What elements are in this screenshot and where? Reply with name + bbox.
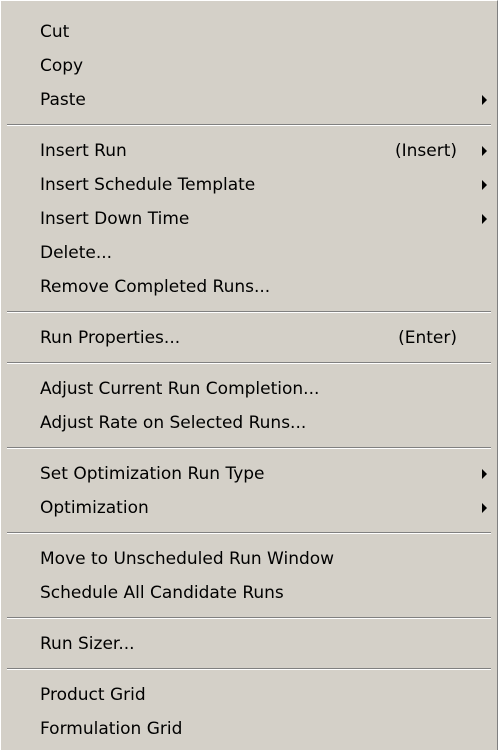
menu-item-label: Insert Down Time: [40, 209, 190, 229]
menu-item-shortcut: (Enter): [398, 328, 457, 348]
menu-item-cut[interactable]: Cut: [1, 15, 497, 49]
menu-item-schedule-all-candidate-runs[interactable]: Schedule All Candidate Runs: [1, 576, 497, 610]
menu-item-move-to-unscheduled-run-window[interactable]: Move to Unscheduled Run Window: [1, 542, 497, 576]
menu-item-copy[interactable]: Copy: [1, 49, 497, 83]
menu-separator: [1, 355, 497, 372]
menu-item-label: Move to Unscheduled Run Window: [40, 549, 335, 569]
menu-item-label: Set Optimization Run Type: [40, 464, 265, 484]
menu-separator: [1, 440, 497, 457]
menu-item-adjust-current-run-completion[interactable]: Adjust Current Run Completion...: [1, 372, 497, 406]
menu-separator: [1, 117, 497, 134]
menu-item-label: Insert Run: [40, 141, 127, 161]
menu-item-label: Formulation Grid: [40, 719, 183, 739]
submenu-arrow-icon: [482, 146, 487, 156]
submenu-arrow-icon: [482, 95, 487, 105]
menu-item-label: Product Grid: [40, 685, 146, 705]
menu-item-run-properties[interactable]: Run Properties... (Enter): [1, 321, 497, 355]
menu-separator: [1, 661, 497, 678]
menu-item-insert-run[interactable]: Insert Run (Insert): [1, 134, 497, 168]
submenu-arrow-icon: [482, 180, 487, 190]
menu-item-label: Adjust Rate on Selected Runs...: [40, 413, 307, 433]
menu-item-label: Insert Schedule Template: [40, 175, 256, 195]
menu-item-label: Delete...: [40, 243, 113, 263]
menu-item-label: Schedule All Candidate Runs: [40, 583, 284, 603]
submenu-arrow-icon: [482, 214, 487, 224]
menu-item-label: Optimization: [40, 498, 149, 518]
menu-separator: [1, 610, 497, 627]
menu-item-label: Paste: [40, 90, 86, 110]
menu-separator: [1, 525, 497, 542]
menu-item-label: Run Properties...: [40, 328, 181, 348]
menu-item-set-optimization-run-type[interactable]: Set Optimization Run Type: [1, 457, 497, 491]
menu-item-product-grid[interactable]: Product Grid: [1, 678, 497, 712]
context-menu: Cut Copy Paste Insert Run (Insert) Inser…: [0, 0, 498, 750]
menu-item-optimization[interactable]: Optimization: [1, 491, 497, 525]
menu-item-paste[interactable]: Paste: [1, 83, 497, 117]
menu-item-remove-completed-runs[interactable]: Remove Completed Runs...: [1, 270, 497, 304]
menu-item-label: Run Sizer...: [40, 634, 135, 654]
menu-item-formulation-grid[interactable]: Formulation Grid: [1, 712, 497, 746]
menu-item-insert-down-time[interactable]: Insert Down Time: [1, 202, 497, 236]
submenu-arrow-icon: [482, 469, 487, 479]
menu-item-run-sizer[interactable]: Run Sizer...: [1, 627, 497, 661]
menu-item-adjust-rate-on-selected-runs[interactable]: Adjust Rate on Selected Runs...: [1, 406, 497, 440]
submenu-arrow-icon: [482, 503, 487, 513]
menu-item-label: Copy: [40, 56, 84, 76]
menu-item-label: Adjust Current Run Completion...: [40, 379, 320, 399]
menu-separator: [1, 304, 497, 321]
menu-item-delete[interactable]: Delete...: [1, 236, 497, 270]
menu-item-shortcut: (Insert): [394, 141, 457, 161]
menu-item-label: Remove Completed Runs...: [40, 277, 271, 297]
menu-item-label: Cut: [40, 22, 70, 42]
menu-item-insert-schedule-template[interactable]: Insert Schedule Template: [1, 168, 497, 202]
